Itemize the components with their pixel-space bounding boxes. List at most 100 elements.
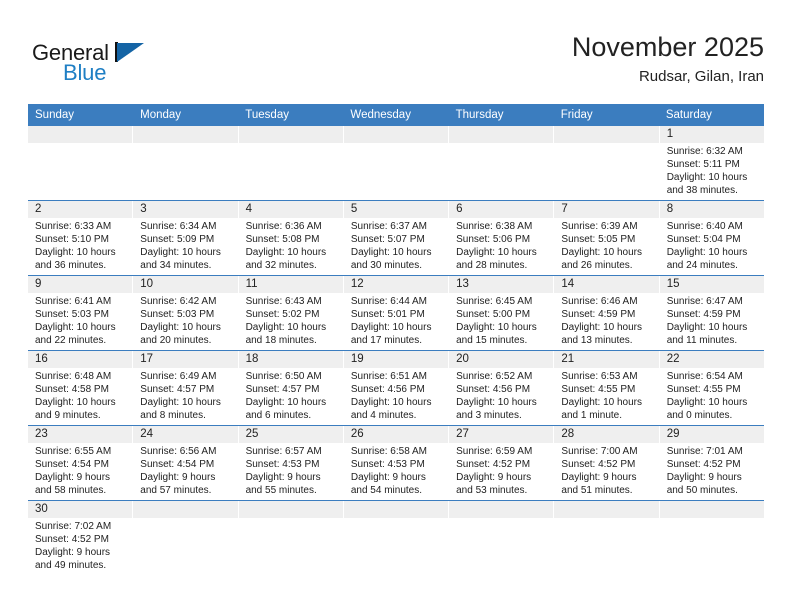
- weekday-header-thursday: Thursday: [455, 109, 504, 121]
- day-daylight-line2-text: and 57 minutes.: [140, 485, 212, 496]
- calendar-day-cell[interactable]: 22 Sunrise: 6:54 AM Sunset: 4:55 PM Dayligh…: [660, 351, 764, 425]
- day-daylight-line1-text: Daylight: 10 hours: [561, 247, 643, 258]
- day-sun-info: Sunrise: 7:00 AM Sunset: 4:52 PM Daylight:…: [561, 445, 652, 497]
- day-number: 21: [561, 353, 575, 365]
- day-daylight-line1-text: Daylight: 10 hours: [35, 247, 116, 258]
- calendar-day-cell[interactable]: 27 Sunrise: 6:59 AM Sunset: 4:52 PM Dayligh…: [449, 426, 555, 500]
- day-sunset-text: Sunset: 4:53 PM: [350, 459, 425, 470]
- calendar-day-cell[interactable]: 4 Sunrise: 6:36 AM Sunset: 5:08 PM Daylight…: [239, 201, 344, 275]
- day-sunrise-text: Sunrise: 7:01 AM: [666, 446, 743, 457]
- calendar-day-cell[interactable]: 13 Sunrise: 6:45 AM Sunset: 5:00 PM Dayligh…: [449, 276, 555, 350]
- logo-word-blue: Blue: [63, 60, 107, 85]
- calendar-day-cell[interactable]: 12 Sunrise: 6:44 AM Sunset: 5:01 PM Dayligh…: [344, 276, 450, 350]
- day-number: 26: [350, 428, 364, 440]
- calendar-day-cell[interactable]: 20 Sunrise: 6:52 AM Sunset: 4:56 PM Dayligh…: [449, 351, 555, 425]
- calendar-day-cell-empty: [554, 501, 660, 575]
- day-sun-info: Sunrise: 6:53 AM Sunset: 4:55 PM Daylight:…: [561, 370, 652, 422]
- day-daylight-line2-text: and 0 minutes.: [666, 410, 733, 421]
- page-header: General Blue November 2025 Rudsar, Gilan…: [28, 30, 764, 98]
- day-sun-info: Sunrise: 6:46 AM Sunset: 4:59 PM Daylight:…: [561, 295, 652, 347]
- day-sunrise-text: Sunrise: 6:46 AM: [561, 296, 638, 307]
- day-sunset-text: Sunset: 5:02 PM: [245, 309, 320, 320]
- calendar-day-cell[interactable]: 23 Sunrise: 6:55 AM Sunset: 4:54 PM Dayligh…: [28, 426, 134, 500]
- day-sunset-text: Sunset: 4:56 PM: [350, 384, 425, 395]
- day-number: 4: [245, 203, 252, 215]
- day-number: 28: [561, 428, 575, 440]
- day-daylight-line2-text: and 4 minutes.: [350, 410, 417, 421]
- day-number: 22: [666, 353, 680, 365]
- day-daylight-line2-text: and 1 minute.: [561, 410, 623, 421]
- day-sun-info: Sunrise: 6:37 AM Sunset: 5:07 PM Daylight:…: [351, 220, 442, 272]
- day-sunrise-text: Sunrise: 6:43 AM: [245, 296, 322, 307]
- calendar-day-cell[interactable]: 6 Sunrise: 6:38 AM Sunset: 5:06 PM Daylight…: [449, 201, 555, 275]
- day-daylight-line1-text: Daylight: 9 hours: [35, 472, 111, 483]
- day-sunset-text: Sunset: 5:03 PM: [140, 309, 215, 320]
- day-sunset-text: Sunset: 5:06 PM: [456, 234, 531, 245]
- day-sunrise-text: Sunrise: 6:52 AM: [456, 371, 533, 382]
- day-sunset-text: Sunset: 4:55 PM: [561, 384, 636, 395]
- day-sun-info: Sunrise: 6:55 AM Sunset: 4:54 PM Daylight:…: [35, 445, 126, 497]
- calendar-day-cell[interactable]: 25 Sunrise: 6:57 AM Sunset: 4:53 PM Dayligh…: [239, 426, 344, 500]
- day-daylight-line1-text: Daylight: 10 hours: [456, 247, 537, 258]
- day-sun-info: Sunrise: 6:44 AM Sunset: 5:01 PM Daylight:…: [351, 295, 442, 347]
- day-number: 8: [666, 203, 674, 215]
- day-sunset-text: Sunset: 4:57 PM: [140, 384, 215, 395]
- calendar-day-cell[interactable]: 19 Sunrise: 6:51 AM Sunset: 4:56 PM Dayligh…: [344, 351, 450, 425]
- weekday-header-sunday: Sunday: [35, 109, 75, 121]
- day-sunrise-text: Sunrise: 6:53 AM: [561, 371, 638, 382]
- calendar-day-cell-empty: [133, 126, 239, 200]
- calendar-day-cell[interactable]: 24 Sunrise: 6:56 AM Sunset: 4:54 PM Dayligh…: [133, 426, 239, 500]
- day-sun-info: Sunrise: 6:56 AM Sunset: 4:54 PM Daylight:…: [140, 445, 231, 497]
- day-daylight-line2-text: and 13 minutes.: [561, 335, 633, 346]
- calendar-day-cell[interactable]: 29 Sunrise: 7:01 AM Sunset: 4:52 PM Dayligh…: [660, 426, 764, 500]
- day-sunrise-text: Sunrise: 6:47 AM: [666, 296, 743, 307]
- calendar-day-cell[interactable]: 14 Sunrise: 6:46 AM Sunset: 4:59 PM Dayligh…: [554, 276, 660, 350]
- calendar-day-cell[interactable]: 10 Sunrise: 6:42 AM Sunset: 5:03 PM Dayligh…: [133, 276, 239, 350]
- day-daylight-line1-text: Daylight: 10 hours: [245, 247, 327, 258]
- day-number: 3: [140, 203, 147, 215]
- day-daylight-line2-text: and 6 minutes.: [245, 410, 312, 421]
- day-daylight-line2-text: and 24 minutes.: [666, 260, 738, 271]
- day-number: 12: [350, 278, 364, 290]
- calendar-day-cell[interactable]: 11 Sunrise: 6:43 AM Sunset: 5:02 PM Dayligh…: [239, 276, 344, 350]
- day-sun-info: Sunrise: 6:43 AM Sunset: 5:02 PM Daylight:…: [246, 295, 337, 347]
- calendar-grid: Sunday Monday Tuesday Wednesday Thursday Frid…: [28, 104, 764, 575]
- weekday-header-friday: Friday: [560, 109, 593, 121]
- day-sun-info: Sunrise: 6:58 AM Sunset: 4:53 PM Daylight:…: [351, 445, 442, 497]
- calendar-day-cell[interactable]: 3 Sunrise: 6:34 AM Sunset: 5:09 PM Daylight…: [133, 201, 239, 275]
- day-daylight-line1-text: Daylight: 10 hours: [245, 397, 327, 408]
- calendar-day-cell[interactable]: 30 Sunrise: 7:02 AM Sunset: 4:52 PM Dayligh…: [28, 501, 134, 575]
- calendar-day-cell[interactable]: 1 Sunrise: 6:32 AM Sunset: 5:11 PM Daylight…: [660, 126, 764, 200]
- day-sun-info: Sunrise: 6:32 AM Sunset: 5:11 PM Daylight:…: [667, 145, 758, 197]
- calendar-day-cell[interactable]: 18 Sunrise: 6:50 AM Sunset: 4:57 PM Dayligh…: [239, 351, 344, 425]
- day-daylight-line2-text: and 49 minutes.: [35, 560, 107, 571]
- calendar-day-cell[interactable]: 28 Sunrise: 7:00 AM Sunset: 4:52 PM Dayligh…: [554, 426, 660, 500]
- calendar-day-cell[interactable]: 15 Sunrise: 6:47 AM Sunset: 4:59 PM Dayligh…: [660, 276, 764, 350]
- calendar-day-cell[interactable]: 5 Sunrise: 6:37 AM Sunset: 5:07 PM Daylight…: [344, 201, 450, 275]
- day-sunrise-text: Sunrise: 6:42 AM: [140, 296, 217, 307]
- day-daylight-line1-text: Daylight: 10 hours: [666, 322, 748, 333]
- calendar-week-row: 30 Sunrise: 7:02 AM Sunset: 4:52 PM Dayligh…: [28, 500, 764, 575]
- day-sun-info: Sunrise: 6:38 AM Sunset: 5:06 PM Daylight:…: [456, 220, 547, 272]
- calendar-day-cell[interactable]: 26 Sunrise: 6:58 AM Sunset: 4:53 PM Dayligh…: [344, 426, 450, 500]
- calendar-day-cell[interactable]: 16 Sunrise: 6:48 AM Sunset: 4:58 PM Dayligh…: [28, 351, 134, 425]
- day-daylight-line2-text: and 15 minutes.: [456, 335, 528, 346]
- day-sunrise-text: Sunrise: 6:40 AM: [666, 221, 743, 232]
- day-sunset-text: Sunset: 5:09 PM: [140, 234, 215, 245]
- calendar-day-cell[interactable]: 21 Sunrise: 6:53 AM Sunset: 4:55 PM Dayligh…: [554, 351, 660, 425]
- day-sunset-text: Sunset: 4:52 PM: [666, 459, 741, 470]
- calendar-day-cell[interactable]: 9 Sunrise: 6:41 AM Sunset: 5:03 PM Daylight…: [28, 276, 134, 350]
- day-sunrise-text: Sunrise: 6:58 AM: [350, 446, 427, 457]
- day-sun-info: Sunrise: 6:33 AM Sunset: 5:10 PM Daylight:…: [35, 220, 126, 272]
- calendar-day-cell[interactable]: 17 Sunrise: 6:49 AM Sunset: 4:57 PM Dayligh…: [133, 351, 239, 425]
- calendar-day-cell[interactable]: 8 Sunrise: 6:40 AM Sunset: 5:04 PM Daylight…: [660, 201, 764, 275]
- day-daylight-line1-text: Daylight: 10 hours: [140, 247, 221, 258]
- day-sunset-text: Sunset: 5:04 PM: [666, 234, 741, 245]
- general-blue-logo[interactable]: General Blue: [32, 40, 212, 92]
- day-daylight-line1-text: Daylight: 9 hours: [666, 472, 742, 483]
- calendar-day-cell-empty: [554, 126, 660, 200]
- calendar-day-cell[interactable]: 2 Sunrise: 6:33 AM Sunset: 5:10 PM Daylight…: [28, 201, 134, 275]
- day-number: 16: [35, 353, 48, 365]
- day-sunset-text: Sunset: 4:54 PM: [35, 459, 109, 470]
- calendar-day-cell[interactable]: 7 Sunrise: 6:39 AM Sunset: 5:05 PM Daylight…: [554, 201, 660, 275]
